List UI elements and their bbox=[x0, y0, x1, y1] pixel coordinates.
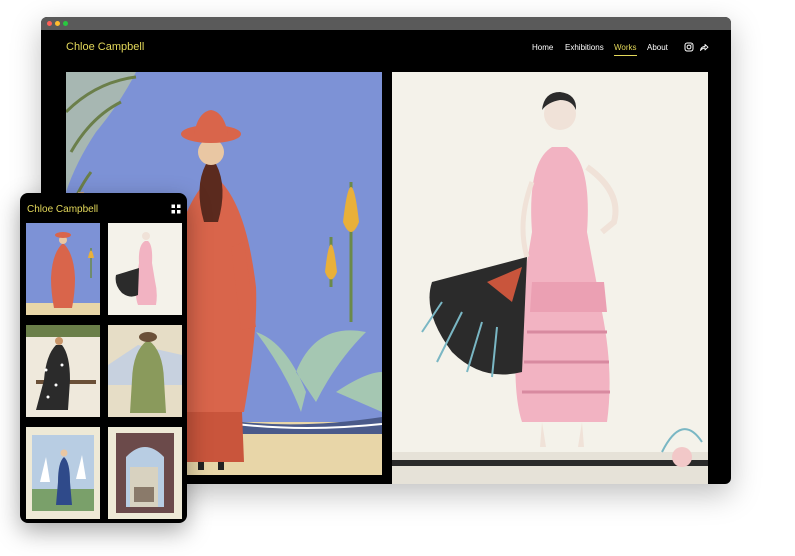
instagram-icon[interactable] bbox=[684, 42, 694, 52]
window-title-bar bbox=[41, 17, 731, 30]
thumbnail-patterned-kimono[interactable] bbox=[26, 325, 100, 417]
mobile-brand[interactable]: Chloe Campbell bbox=[27, 204, 98, 215]
mobile-preview: Chloe Campbell bbox=[20, 193, 187, 523]
grid-menu-icon[interactable] bbox=[171, 204, 181, 214]
nav-about[interactable]: About bbox=[647, 43, 668, 52]
thumbnail-coral-coat[interactable] bbox=[26, 223, 100, 315]
thumbnail-sailboats[interactable] bbox=[26, 427, 100, 519]
minimize-window-dot[interactable] bbox=[55, 21, 60, 26]
artwork-pink-dress-illustration[interactable] bbox=[392, 72, 708, 484]
thumbnail-pink-dress[interactable] bbox=[108, 223, 182, 315]
maximize-window-dot[interactable] bbox=[63, 21, 68, 26]
thumbnail-green-coat[interactable] bbox=[108, 325, 182, 417]
site-brand[interactable]: Chloe Campbell bbox=[66, 41, 144, 53]
thumbnail-doorway-interior[interactable] bbox=[108, 427, 182, 519]
nav-exhibitions[interactable]: Exhibitions bbox=[565, 43, 604, 52]
nav-works[interactable]: Works bbox=[614, 43, 637, 56]
close-window-dot[interactable] bbox=[47, 21, 52, 26]
nav-home[interactable]: Home bbox=[532, 43, 553, 52]
share-icon[interactable] bbox=[699, 42, 709, 52]
